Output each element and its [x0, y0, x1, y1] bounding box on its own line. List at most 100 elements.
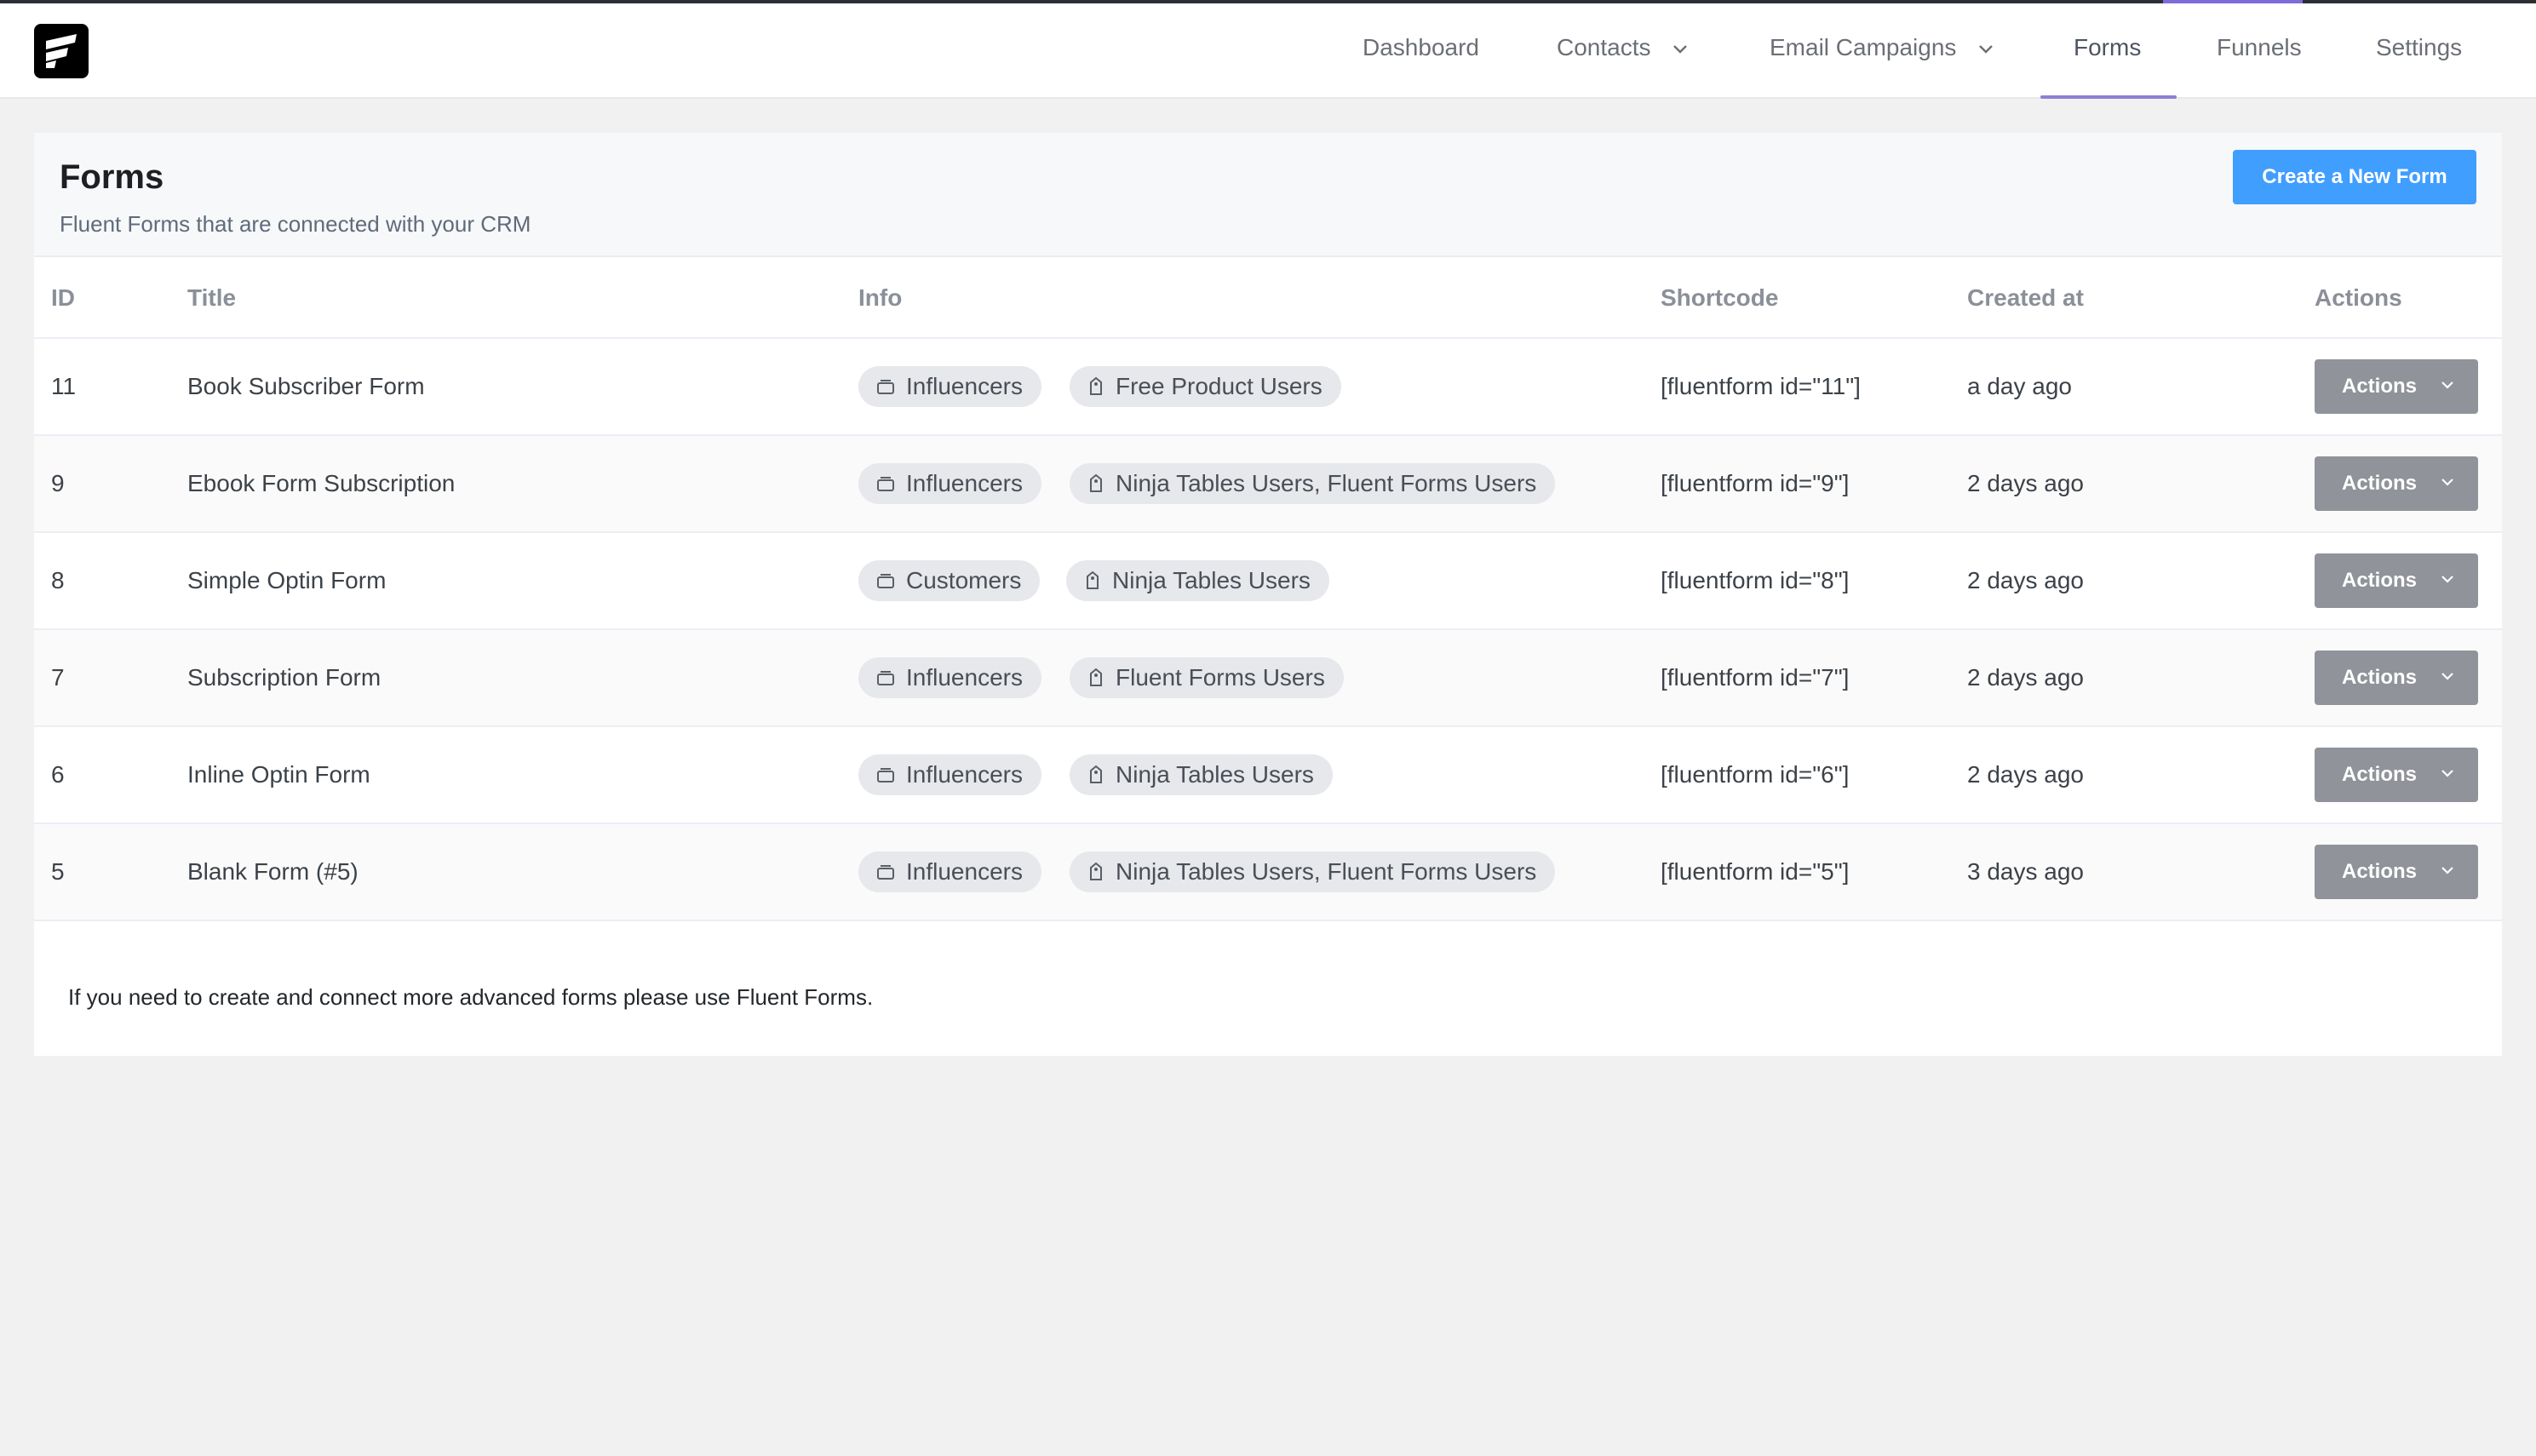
list-icon: [877, 864, 894, 880]
tags-badge: Ninja Tables Users: [1070, 754, 1333, 795]
row-actions-label: Actions: [2342, 472, 2418, 495]
fluentcrm-logo[interactable]: [34, 24, 89, 78]
card-header: Forms Fluent Forms that are connected wi…: [34, 133, 2502, 257]
row-id: 6: [51, 761, 65, 788]
chevron-down-icon: [2441, 479, 2453, 486]
nav-email-campaigns[interactable]: Email Campaigns: [1770, 3, 1994, 99]
chevron-down-icon: [2441, 673, 2453, 680]
nav-settings[interactable]: Settings: [2376, 3, 2462, 99]
top-navbar: Dashboard Contacts Email Campaigns Forms…: [0, 0, 2536, 99]
tag-icon: [1090, 668, 1102, 686]
column-header-created-at[interactable]: Created at: [1967, 257, 2084, 339]
tags-badge: Ninja Tables Users, Fluent Forms Users: [1070, 851, 1556, 892]
row-shortcode: [fluentform id="5"]: [1661, 858, 1850, 885]
list-badge: Influencers: [858, 851, 1041, 892]
tags-badge-label: Free Product Users: [1116, 373, 1323, 399]
tag-icon: [1090, 473, 1102, 492]
row-id: 11: [51, 373, 77, 399]
row-created-at: 2 days ago: [1967, 470, 2084, 496]
tag-icon: [1090, 862, 1102, 880]
chevron-down-icon: [1979, 44, 1994, 54]
tag-icon: [1090, 765, 1102, 783]
row-created-at: 2 days ago: [1967, 761, 2084, 788]
row-title: Subscription Form: [187, 664, 382, 691]
row-actions-button[interactable]: Actions: [2315, 456, 2478, 511]
table-row: 6 Inline Optin Form Influencers Ninja Table…: [34, 727, 2502, 824]
row-actions-label: Actions: [2342, 860, 2418, 883]
tag-icon: [1090, 376, 1102, 395]
row-created-at: 2 days ago: [1967, 567, 2084, 593]
nav-active-indicator: [2040, 95, 2177, 99]
row-shortcode: [fluentform id="11"]: [1661, 373, 1861, 399]
tags-badge: Ninja Tables Users: [1066, 560, 1329, 601]
row-title: Blank Form (#5): [187, 858, 359, 885]
row-actions-button[interactable]: Actions: [2315, 651, 2478, 705]
row-actions-button[interactable]: Actions: [2315, 359, 2478, 414]
chevron-down-icon: [2441, 576, 2453, 583]
page-title: Forms: [60, 158, 164, 196]
nav-funnels[interactable]: Funnels: [2217, 3, 2302, 99]
row-id: 9: [51, 470, 65, 496]
page-subtitle: Fluent Forms that are connected with you…: [60, 211, 531, 237]
row-shortcode: [fluentform id="7"]: [1661, 664, 1850, 691]
row-actions-label: Actions: [2342, 569, 2418, 592]
row-title: Inline Optin Form: [187, 761, 370, 788]
list-badge: Influencers: [858, 463, 1041, 504]
tags-badge: Free Product Users: [1070, 366, 1341, 407]
tags-badge-label: Ninja Tables Users: [1116, 761, 1314, 788]
tag-icon: [1087, 570, 1099, 589]
table-row: 7 Subscription Form Influencers Fluent Form…: [34, 630, 2502, 727]
list-badge-label: Influencers: [906, 373, 1023, 399]
row-created-at: a day ago: [1967, 373, 2072, 399]
forms-card: Forms Fluent Forms that are connected wi…: [34, 133, 2502, 1056]
tags-badge-label: Fluent Forms Users: [1116, 664, 1325, 691]
row-created-at: 3 days ago: [1967, 858, 2084, 885]
list-icon: [877, 379, 894, 394]
footer-note: If you need to create and connect more a…: [68, 984, 874, 1010]
list-badge: Influencers: [858, 366, 1041, 407]
row-actions-button[interactable]: Actions: [2315, 748, 2478, 802]
nav-forms[interactable]: Forms: [2074, 3, 2141, 99]
row-title: Book Subscriber Form: [187, 373, 425, 399]
column-header-title[interactable]: Title: [187, 257, 236, 339]
row-id: 7: [51, 664, 65, 691]
column-header-info: Info: [858, 284, 903, 311]
tags-badge-label: Ninja Tables Users, Fluent Forms Users: [1116, 858, 1537, 885]
chevron-down-icon: [2441, 381, 2453, 389]
row-actions-label: Actions: [2342, 375, 2418, 398]
row-title: Simple Optin Form: [187, 567, 387, 593]
create-new-form-button[interactable]: Create a New Form: [2233, 150, 2476, 204]
table-row: 11 Book Subscriber Form Influencers Free Pr…: [34, 339, 2502, 436]
chevron-down-icon: [2441, 867, 2453, 874]
list-icon: [877, 767, 894, 782]
list-icon: [877, 476, 894, 491]
row-actions-button[interactable]: Actions: [2315, 553, 2478, 608]
list-badge-label: Influencers: [906, 761, 1023, 788]
tags-badge-label: Ninja Tables Users: [1112, 567, 1311, 593]
table-row: 8 Simple Optin Form Customers Ninja Tables …: [34, 533, 2502, 630]
row-title: Ebook Form Subscription: [187, 470, 456, 496]
chevron-down-icon: [1673, 44, 1688, 54]
row-created-at: 2 days ago: [1967, 664, 2084, 691]
list-badge: Customers: [858, 560, 1041, 601]
logo-icon: [46, 34, 77, 68]
list-icon: [877, 670, 894, 685]
row-actions-button[interactable]: Actions: [2315, 845, 2478, 899]
list-icon: [877, 573, 894, 588]
row-shortcode: [fluentform id="9"]: [1661, 470, 1850, 496]
nav-contacts[interactable]: Contacts: [1557, 3, 1688, 99]
list-badge: Influencers: [858, 657, 1041, 698]
column-header-id[interactable]: ID: [51, 257, 75, 339]
row-actions-label: Actions: [2342, 763, 2418, 786]
chevron-down-icon: [2441, 770, 2453, 777]
list-badge-label: Influencers: [906, 470, 1023, 496]
column-header-actions: Actions: [2315, 284, 2402, 311]
row-id: 5: [51, 858, 65, 885]
list-badge: Influencers: [858, 754, 1041, 795]
table-row: 5 Blank Form (#5) Influencers Ninja Tables …: [34, 824, 2502, 921]
list-badge-label: Customers: [906, 567, 1022, 593]
row-shortcode: [fluentform id="8"]: [1661, 567, 1850, 593]
nav-dashboard[interactable]: Dashboard: [1363, 3, 1479, 99]
table-header: ID Title Info Shortcode Created at Actio…: [34, 257, 2502, 339]
row-shortcode: [fluentform id="6"]: [1661, 761, 1850, 788]
